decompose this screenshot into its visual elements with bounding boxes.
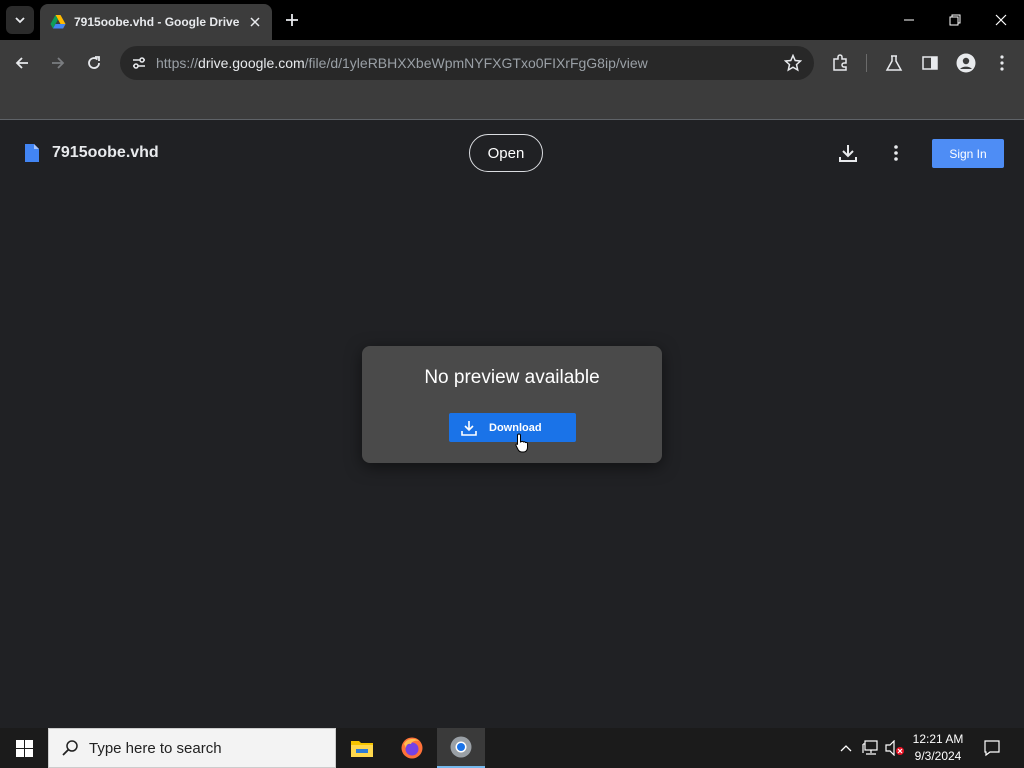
address-bar[interactable]: https://drive.google.com/file/d/1yleRBHX… (120, 46, 814, 80)
network-icon (862, 740, 878, 755)
download-label: Download (489, 421, 542, 434)
taskbar-clock[interactable]: 12:21 AM 9/3/2024 (906, 731, 970, 765)
open-button[interactable]: Open (469, 134, 543, 172)
download-toolbar-button[interactable] (836, 141, 860, 165)
taskbar-search-box[interactable]: Type here to search (48, 728, 336, 768)
browser-toolbar: https://drive.google.com/file/d/1yleRBHX… (0, 40, 1024, 86)
tune-icon (133, 57, 145, 69)
download-button-icon-wrap (449, 419, 489, 437)
file-name: 7915oobe.vhd (52, 144, 159, 161)
notification-icon (984, 740, 1000, 757)
url-path: /file/d/1yleRBHXXbeWpmNYFXGTxo0FIXrFgG8i… (304, 55, 648, 71)
labs-button[interactable] (882, 51, 906, 75)
side-panel-button[interactable] (918, 51, 942, 75)
file-explorer-icon (351, 741, 373, 757)
restore-button[interactable] (932, 0, 978, 40)
tab-search-button[interactable] (6, 6, 34, 34)
extensions-icon (833, 54, 847, 71)
close-icon (995, 14, 1007, 26)
minimize-icon (904, 19, 914, 21)
clock-date: 9/3/2024 (914, 749, 962, 763)
close-icon (250, 17, 260, 27)
notification-center-button[interactable] (978, 728, 1006, 768)
file-explorer-taskbar-button[interactable] (338, 728, 386, 768)
firefox-taskbar-button[interactable] (388, 728, 436, 768)
more-actions-button[interactable] (884, 141, 908, 165)
forward-button[interactable] (44, 49, 72, 77)
site-info-button[interactable] (122, 55, 156, 71)
search-icon-wrap (51, 739, 89, 757)
close-window-button[interactable] (978, 0, 1024, 40)
tab-strip: 7915oobe.vhd - Google Drive (0, 0, 1024, 40)
forward-icon (52, 57, 65, 69)
back-button[interactable] (8, 49, 36, 77)
toolbar-divider (866, 54, 867, 72)
search-icon (62, 740, 78, 756)
profile-icon (956, 53, 976, 73)
new-tab-button[interactable] (280, 8, 304, 32)
download-button[interactable]: Download (449, 413, 576, 442)
chevron-up-icon (840, 745, 852, 752)
chevron-down-icon (15, 17, 25, 24)
no-preview-message: No preview available (424, 367, 600, 388)
url-host: drive.google.com (198, 55, 305, 71)
mouse-cursor-icon (515, 433, 528, 453)
bookmark-button[interactable] (783, 53, 803, 77)
close-tab-button[interactable] (246, 13, 264, 31)
url-text: https://drive.google.com/file/d/1yleRBHX… (156, 55, 648, 71)
firefox-icon (401, 737, 423, 759)
taskbar-search-placeholder: Type here to search (89, 739, 222, 757)
bookmarks-bar (0, 86, 1024, 120)
file-icon (25, 144, 39, 162)
drive-icon (50, 15, 66, 29)
url-scheme: https:// (156, 55, 199, 71)
no-preview-card: No preview available Download (362, 346, 662, 463)
windows-taskbar: Type here to search 12:21 AM 9/3/2024 (0, 728, 1024, 768)
volume-muted-icon (885, 740, 904, 756)
clock-time: 12:21 AM (912, 732, 964, 746)
sidepanel-icon (922, 56, 938, 70)
volume-tray-button[interactable] (884, 728, 906, 768)
download-icon (839, 145, 857, 162)
profile-button[interactable] (954, 51, 978, 75)
extensions-button[interactable] (828, 51, 852, 75)
show-hidden-icons-button[interactable] (836, 728, 856, 768)
plus-icon (286, 14, 298, 26)
chrome-icon (450, 736, 472, 758)
more-vert-icon (1000, 55, 1004, 71)
reload-icon (88, 56, 100, 69)
reload-button[interactable] (80, 49, 108, 77)
labs-icon (885, 55, 903, 71)
restore-icon (949, 14, 961, 26)
tab-title: 7915oobe.vhd - Google Drive (74, 15, 240, 29)
windows-icon (15, 739, 33, 757)
back-icon (15, 57, 28, 69)
browser-menu-button[interactable] (990, 51, 1014, 75)
minimize-button[interactable] (886, 0, 932, 40)
more-vert-icon (894, 145, 898, 161)
browser-tab[interactable]: 7915oobe.vhd - Google Drive (40, 4, 272, 40)
start-button[interactable] (0, 728, 48, 768)
drive-viewer: 7915oobe.vhd Open Sign In No preview ava… (0, 121, 1024, 728)
network-tray-button[interactable] (860, 728, 882, 768)
sign-in-button[interactable]: Sign In (932, 139, 1004, 168)
download-icon (461, 420, 477, 436)
star-icon (783, 53, 803, 72)
chrome-taskbar-button[interactable] (437, 728, 485, 768)
